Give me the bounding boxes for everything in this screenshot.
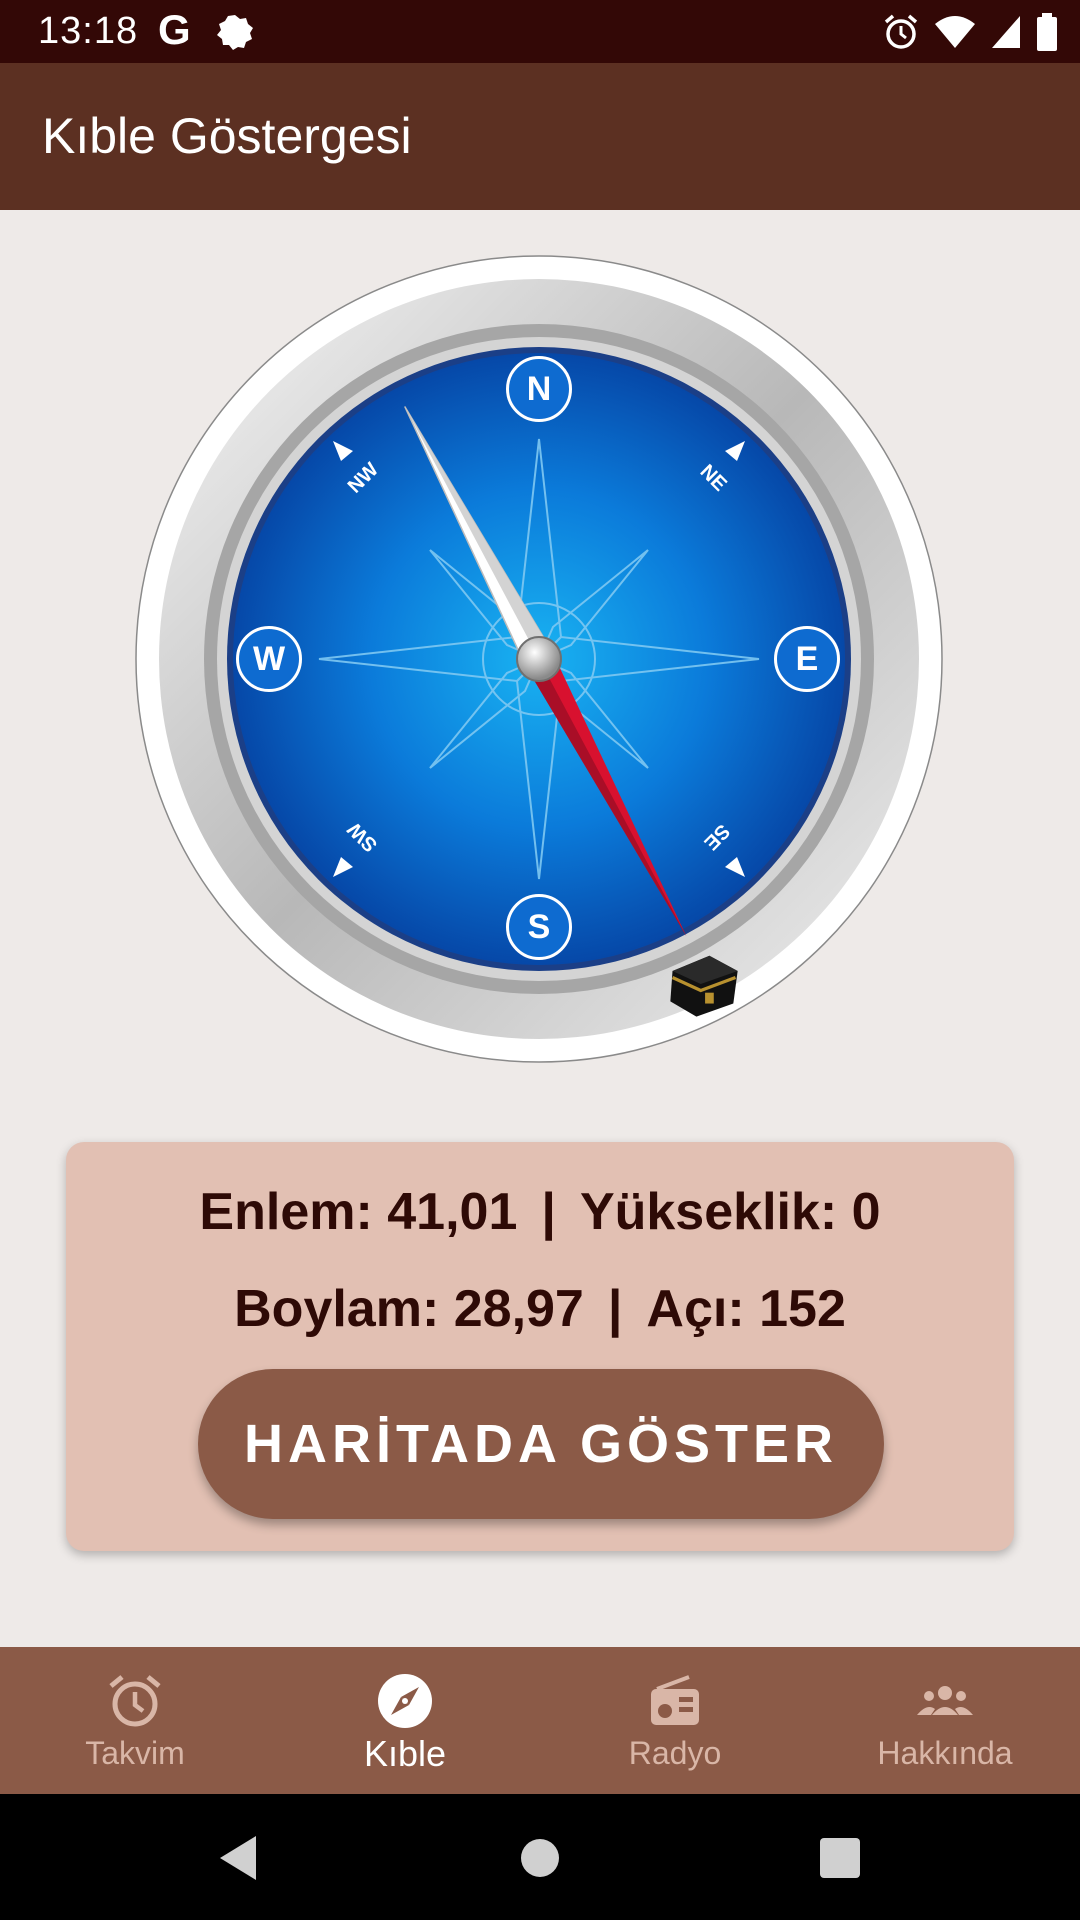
- nav-label-hakkinda: Hakkında: [877, 1735, 1013, 1771]
- radio-icon: [651, 1675, 699, 1725]
- compass-needle: [404, 406, 687, 937]
- bottom-navigation: Takvim Kıble Radyo Hakkında: [0, 1647, 1080, 1794]
- angle-text: Açı: 152: [646, 1280, 846, 1338]
- separator: |: [607, 1280, 623, 1338]
- battery-icon: [1037, 13, 1057, 51]
- wifi-icon: [935, 16, 975, 48]
- kaaba-icon: [670, 955, 738, 1017]
- location-info-card: Enlem: 41,01 | Yükseklik: 0 Boylam: 28,97 |…: [66, 1142, 1014, 1551]
- compass-icon: [378, 1674, 432, 1728]
- nav-item-hakkinda[interactable]: Hakkında: [810, 1647, 1080, 1794]
- latitude-text: Enlem: 41,01: [199, 1183, 518, 1241]
- nav-item-kible[interactable]: Kıble: [270, 1647, 540, 1794]
- qibla-compass: N S W E NE NW SE SW: [133, 253, 945, 1065]
- altitude-text: Yükseklik: 0: [579, 1183, 881, 1241]
- show-on-map-button[interactable]: HARİTADA GÖSTER: [198, 1369, 884, 1519]
- nav-label-radyo: Radyo: [628, 1735, 722, 1771]
- longitude-angle-line: Boylam: 28,97 | Açı: 152: [66, 1279, 1014, 1339]
- people-icon: [917, 1686, 973, 1715]
- status-time: 13:18: [38, 10, 139, 52]
- separator: |: [541, 1183, 556, 1241]
- alarm-clock-icon: [109, 1675, 161, 1727]
- longitude-text: Boylam: 28,97: [234, 1280, 584, 1338]
- system-navigation-bar: [0, 1794, 1080, 1920]
- status-icons: [882, 12, 1058, 52]
- app-notification-icon: [217, 15, 253, 50]
- nav-item-radyo[interactable]: Radyo: [540, 1647, 810, 1794]
- nav-label-takvim: Takvim: [85, 1735, 185, 1771]
- alarm-icon: [884, 14, 918, 49]
- app-bar: Kıble Göstergesi: [0, 63, 1080, 210]
- status-bar: 13:18 G: [0, 0, 1080, 63]
- latitude-altitude-line: Enlem: 41,01 | Yükseklik: 0: [66, 1182, 1014, 1242]
- nav-label-kible: Kıble: [363, 1733, 447, 1774]
- page-title: Kıble Göstergesi: [42, 108, 412, 164]
- home-icon[interactable]: [512, 1830, 568, 1886]
- cell-signal-icon: [992, 16, 1020, 48]
- nav-item-takvim[interactable]: Takvim: [0, 1647, 270, 1794]
- google-g-icon: G: [158, 6, 191, 53]
- back-icon[interactable]: [212, 1830, 268, 1886]
- recents-icon[interactable]: [812, 1830, 868, 1886]
